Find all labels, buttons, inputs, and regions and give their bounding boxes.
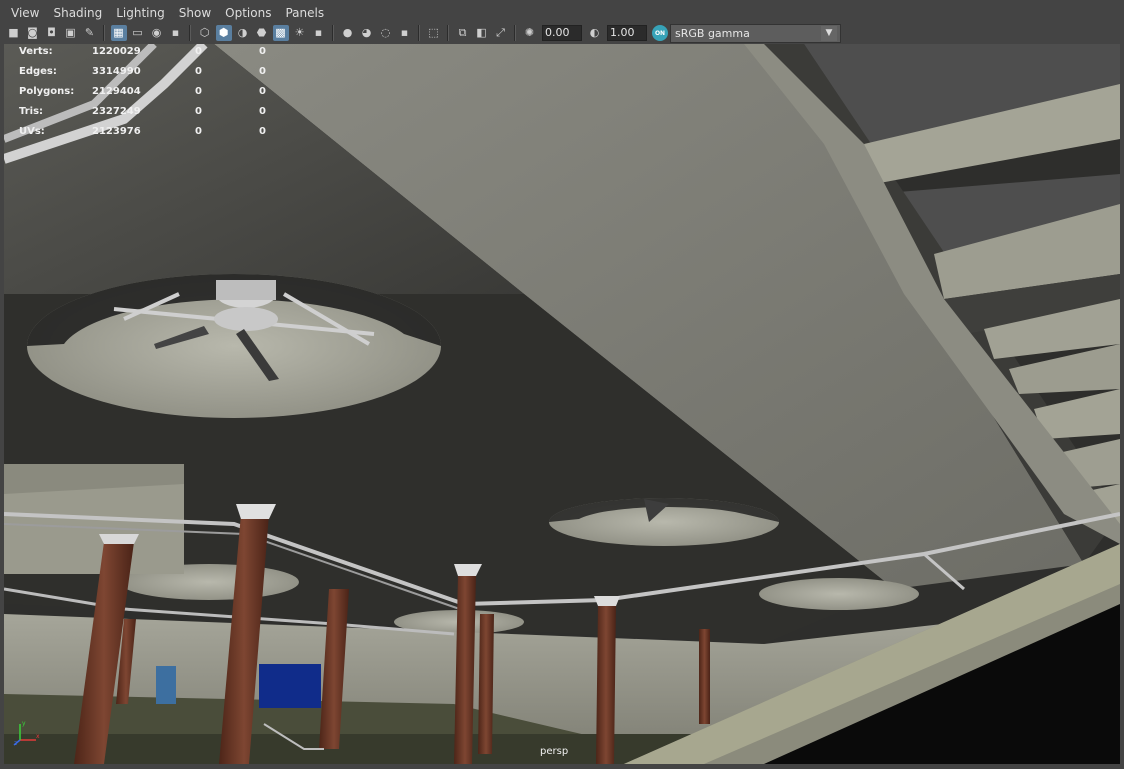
- axis-y-label: y: [22, 720, 26, 727]
- xray-components-icon[interactable]: ◧: [474, 25, 490, 41]
- gamma-icon[interactable]: ◐: [587, 25, 603, 41]
- screen-space-ao-icon[interactable]: ▪: [311, 25, 327, 41]
- camera-select-icon[interactable]: ■: [6, 25, 22, 41]
- toolbar-separator: [447, 25, 449, 41]
- menu-view[interactable]: View: [4, 4, 46, 22]
- isolate-select-icon[interactable]: ▪: [397, 25, 413, 41]
- panel-toolbar: ■ ◙ ◘ ▣ ✎ ▦ ▭ ◉ ▪ ⬡ ⬢ ◑ ⬣ ▩ ☀ ▪ ● ◕ ◌ ▪ …: [4, 22, 1120, 44]
- axis-z-label: z: [14, 740, 17, 746]
- hud-value-other: 0: [259, 126, 266, 137]
- view-axis-icon: x y z: [13, 720, 40, 746]
- panel-menubar: View Shading Lighting Show Options Panel…: [4, 4, 1120, 22]
- toolbar-separator: [418, 25, 420, 41]
- wireframe-icon[interactable]: ⬡: [197, 25, 213, 41]
- chevron-down-icon[interactable]: ▼: [821, 25, 837, 41]
- toolbar-separator: [514, 25, 516, 41]
- 2d-pan-icon[interactable]: ✎: [82, 25, 98, 41]
- menu-show[interactable]: Show: [172, 4, 218, 22]
- wireframe-on-shaded-icon[interactable]: ◑: [235, 25, 251, 41]
- 3d-viewport[interactable]: Verts: 1220029 0 0 Edges: 3314990 0 0 Po…: [4, 44, 1120, 764]
- bookmark-icon[interactable]: ◘: [44, 25, 60, 41]
- grid-icon[interactable]: ▦: [110, 25, 127, 41]
- hud-row-polygons: Polygons: 2129404 0 0: [19, 86, 319, 106]
- image-plane-icon[interactable]: ▣: [63, 25, 79, 41]
- scene-render: [4, 44, 1120, 764]
- color-management-icon[interactable]: ON: [652, 25, 668, 41]
- hud-value-total: 3314990: [92, 66, 141, 77]
- color-space-value: sRGB gamma: [675, 26, 750, 40]
- gamma-field[interactable]: 1.00: [607, 25, 647, 41]
- hud-value-selected: 0: [195, 86, 202, 97]
- exposure-field[interactable]: 0.00: [542, 25, 582, 41]
- menu-options[interactable]: Options: [218, 4, 278, 22]
- camera-name-label: persp: [540, 746, 569, 757]
- hud-value-selected: 0: [195, 126, 202, 137]
- film-gate-icon[interactable]: ▭: [130, 25, 146, 41]
- smooth-shade-icon[interactable]: ⬢: [215, 25, 232, 41]
- motion-blur-icon[interactable]: ●: [340, 25, 356, 41]
- hud-row-verts: Verts: 1220029 0 0: [19, 46, 319, 66]
- xray-icon[interactable]: ⬚: [426, 25, 442, 41]
- toolbar-separator: [103, 25, 105, 41]
- menu-panels[interactable]: Panels: [278, 4, 331, 22]
- axis-x-label: x: [36, 733, 40, 740]
- textured-icon[interactable]: ⬣: [254, 25, 270, 41]
- camera-attr-icon[interactable]: ◙: [25, 25, 41, 41]
- hud-row-uvs: UVs: 2123976 0 0: [19, 126, 319, 146]
- hud-label: UVs:: [19, 126, 45, 137]
- hud-label: Tris:: [19, 106, 44, 117]
- hud-value-total: 1220029: [92, 46, 141, 57]
- hud-value-other: 0: [259, 46, 266, 57]
- hud-value-other: 0: [259, 106, 266, 117]
- hud-value-total: 2327249: [92, 106, 141, 117]
- resolution-gate-icon[interactable]: ◉: [149, 25, 165, 41]
- toolbar-separator: [189, 25, 191, 41]
- shadows-icon[interactable]: ☀: [292, 25, 308, 41]
- hud-value-selected: 0: [195, 106, 202, 117]
- use-lights-icon[interactable]: ▩: [272, 25, 289, 41]
- hud-value-other: 0: [259, 66, 266, 77]
- multisample-aa-icon[interactable]: ◕: [359, 25, 375, 41]
- hud-label: Edges:: [19, 66, 57, 77]
- hud-label: Verts:: [19, 46, 53, 57]
- hud-value-selected: 0: [195, 46, 202, 57]
- xray-joints-icon[interactable]: ⧉: [455, 25, 471, 41]
- exposure-icon[interactable]: ✺: [522, 25, 538, 41]
- hud-row-tris: Tris: 2327249 0 0: [19, 106, 319, 126]
- toolbar-separator: [332, 25, 334, 41]
- color-space-dropdown[interactable]: sRGB gamma ▼: [670, 23, 841, 43]
- gate-mask-icon[interactable]: ▪: [168, 25, 184, 41]
- hud-label: Polygons:: [19, 86, 75, 97]
- hud-value-other: 0: [259, 86, 266, 97]
- hud-value-total: 2123976: [92, 126, 141, 137]
- menu-lighting[interactable]: Lighting: [109, 4, 172, 22]
- maya-viewport-panel: View Shading Lighting Show Options Panel…: [0, 0, 1124, 769]
- depth-of-field-icon[interactable]: ◌: [378, 25, 394, 41]
- frame-icon[interactable]: ⤢: [493, 25, 509, 41]
- hud-row-edges: Edges: 3314990 0 0: [19, 66, 319, 86]
- hud-value-selected: 0: [195, 66, 202, 77]
- hud-value-total: 2129404: [92, 86, 141, 97]
- menu-shading[interactable]: Shading: [46, 4, 109, 22]
